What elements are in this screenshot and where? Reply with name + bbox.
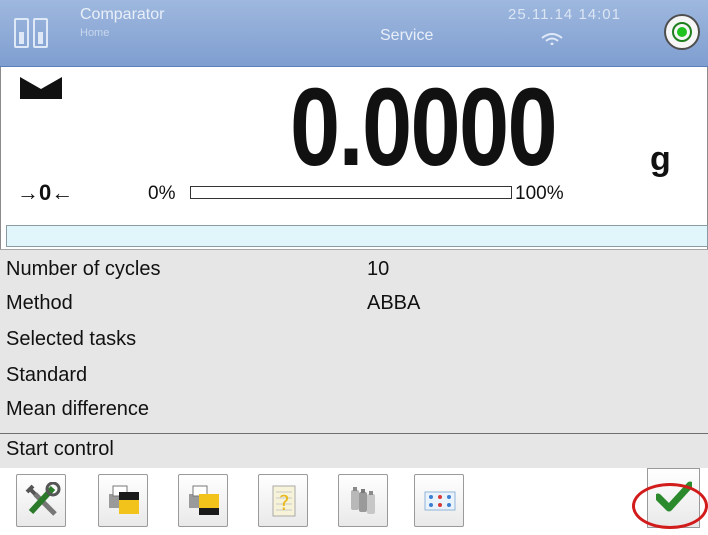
user-name[interactable]: Service bbox=[380, 27, 433, 45]
printer-header-icon bbox=[109, 485, 139, 514]
wifi-icon bbox=[541, 33, 563, 45]
comparator-matrix-button[interactable] bbox=[414, 474, 464, 527]
param-value: ABBA bbox=[367, 292, 421, 314]
bar-max-label: 100% bbox=[515, 183, 564, 204]
start-control-button[interactable]: Start control bbox=[0, 433, 708, 469]
app-title: Comparator bbox=[80, 6, 165, 23]
weight-reading: 0.0000 bbox=[290, 66, 558, 189]
app-subtitle: Home bbox=[80, 27, 110, 39]
zero-indicator: →0← bbox=[17, 180, 74, 205]
unit-label[interactable]: g bbox=[650, 140, 671, 179]
database-icon: ? bbox=[272, 485, 296, 517]
info-bar bbox=[6, 225, 708, 247]
weights-icon bbox=[351, 487, 375, 514]
highlight-ring bbox=[632, 483, 708, 529]
load-bargraph bbox=[190, 186, 512, 199]
print-footer-button[interactable] bbox=[178, 474, 228, 527]
battery-icon bbox=[14, 18, 29, 48]
param-label: Selected tasks bbox=[6, 328, 137, 350]
param-row[interactable]: Selected tasks bbox=[6, 322, 136, 356]
date-time: 25.11.14 14:01 bbox=[508, 6, 621, 23]
top-bar: Comparator Home Service 25.11.14 14:01 bbox=[0, 0, 708, 67]
database-button[interactable]: ? bbox=[258, 474, 308, 527]
print-header-button[interactable] bbox=[98, 474, 148, 527]
param-label: Number of cycles bbox=[6, 258, 161, 280]
param-value: 10 bbox=[367, 258, 390, 280]
level-indicator-button[interactable] bbox=[664, 14, 700, 50]
bottom-toolbar: ? bbox=[0, 468, 708, 535]
param-label: Mean difference bbox=[6, 398, 150, 420]
printer-footer-icon bbox=[189, 485, 219, 515]
param-label: Method bbox=[6, 292, 73, 314]
svg-text:?: ? bbox=[279, 491, 290, 515]
bar-min-label: 0% bbox=[148, 183, 176, 204]
setup-icon bbox=[25, 482, 61, 516]
status-icons bbox=[14, 18, 48, 48]
param-row[interactable]: Number of cycles 10 bbox=[6, 252, 389, 286]
param-row[interactable]: Standard bbox=[6, 358, 87, 392]
weights-button[interactable] bbox=[338, 474, 388, 527]
setup-button[interactable] bbox=[16, 474, 66, 527]
param-row[interactable]: Method ABBA bbox=[6, 286, 420, 320]
param-row[interactable]: Mean difference bbox=[6, 392, 149, 426]
stability-icon bbox=[20, 77, 62, 99]
battery-icon bbox=[33, 18, 48, 48]
parameters-panel: Number of cycles 10 Method ABBA Selected… bbox=[0, 249, 708, 434]
comparator-matrix-icon bbox=[424, 491, 456, 511]
start-control-label: Start control bbox=[6, 438, 114, 460]
param-label: Standard bbox=[6, 364, 88, 386]
